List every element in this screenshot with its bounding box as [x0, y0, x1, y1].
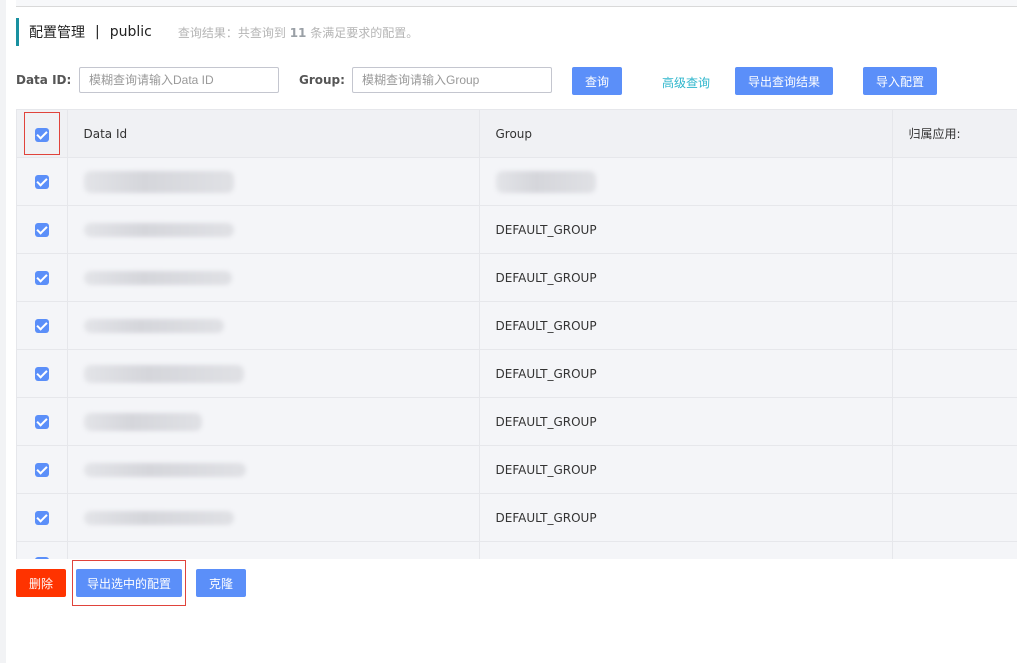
app-cell	[892, 397, 1017, 446]
group-cell: DEFAULT_GROUP	[479, 301, 893, 350]
title-separator: |	[95, 24, 100, 40]
group-input[interactable]	[352, 67, 552, 93]
clone-button[interactable]: 克隆	[196, 569, 246, 597]
redacted-data-id	[83, 222, 234, 237]
row-checkbox[interactable]	[34, 556, 49, 559]
group-cell	[479, 157, 893, 206]
select-all-highlight	[23, 112, 60, 155]
namespace-name: public	[109, 24, 152, 40]
app-cell	[892, 157, 1017, 206]
table-header-row: Data Id Group 归属应用:	[17, 110, 1017, 158]
advanced-query-link[interactable]: 高级查询	[662, 74, 710, 91]
data-id-cell	[67, 493, 480, 542]
data-id-label: Data ID:	[16, 73, 72, 87]
data-id-cell	[67, 541, 480, 559]
query-button[interactable]: 查询	[572, 67, 622, 95]
redacted-data-id	[83, 412, 202, 431]
group-cell: DEFAULT_GROUP	[479, 205, 893, 254]
redacted-data-id	[83, 510, 234, 525]
result-count: 11	[289, 25, 307, 40]
row-checkbox[interactable]	[34, 174, 49, 189]
select-all-cell	[17, 110, 68, 158]
redacted-data-id	[83, 318, 224, 333]
app-cell	[892, 541, 1017, 559]
app-cell	[892, 253, 1017, 302]
row-checkbox[interactable]	[34, 414, 49, 429]
search-bar: Data ID: Group: 查询 高级查询 导出查询结果 导入配置	[16, 67, 1017, 95]
redacted-data-id	[83, 170, 234, 193]
row-checkbox[interactable]	[34, 222, 49, 237]
group-cell: DEFAULT_GROUP	[479, 397, 893, 446]
group-cell: DEFAULT_GROUP	[479, 349, 893, 398]
table-row[interactable]: DEFAULT_GROUP	[17, 205, 1017, 254]
delete-button[interactable]: 删除	[16, 569, 66, 597]
group-cell: DEFAULT_GROUP	[479, 493, 893, 542]
data-id-cell	[67, 301, 480, 350]
table-row[interactable]: DEFAULT_GROUP	[17, 301, 1017, 350]
result-suffix: 条满足要求的配置。	[310, 25, 419, 40]
export-selected-button[interactable]: 导出选中的配置	[76, 569, 182, 597]
top-divider	[16, 0, 1017, 7]
table-row[interactable]: DEFAULT_GROUP	[17, 253, 1017, 302]
row-checkbox[interactable]	[34, 462, 49, 477]
group-cell: DEFAULT_GROUP	[479, 253, 893, 302]
column-header-data-id[interactable]: Data Id	[67, 110, 480, 158]
data-id-input[interactable]	[79, 67, 279, 93]
data-id-cell	[67, 445, 480, 494]
import-config-button[interactable]: 导入配置	[863, 67, 937, 95]
redacted-data-id	[83, 270, 232, 285]
row-checkbox[interactable]	[34, 510, 49, 525]
data-id-cell	[67, 157, 480, 206]
app-cell	[892, 445, 1017, 494]
left-edge-strip	[0, 0, 6, 663]
group-label: Group:	[299, 73, 345, 87]
app-cell	[892, 349, 1017, 398]
row-checkbox[interactable]	[34, 270, 49, 285]
app-cell	[892, 493, 1017, 542]
export-query-result-button[interactable]: 导出查询结果	[735, 67, 833, 95]
column-header-group[interactable]: Group	[479, 110, 893, 158]
data-id-cell	[67, 349, 480, 398]
redacted-data-id	[83, 364, 244, 383]
column-header-app[interactable]: 归属应用:	[892, 110, 1017, 158]
page-title: 配置管理	[29, 25, 85, 41]
table-row[interactable]	[17, 157, 1017, 206]
select-all-checkbox[interactable]	[34, 127, 49, 142]
batch-actions-bar: 删除 导出选中的配置 克隆	[16, 560, 316, 606]
table-row[interactable]: DEFAULT_GROUP	[17, 445, 1017, 494]
row-checkbox[interactable]	[34, 318, 49, 333]
page-title-bar: 配置管理 | public 查询结果：共查询到 11 条满足要求的配置。	[16, 18, 418, 46]
redacted-group	[495, 170, 596, 193]
data-id-cell	[67, 253, 480, 302]
table-row[interactable]: DEFAULT_GROUP	[17, 493, 1017, 542]
table-row[interactable]: DEFAULT_GROUP	[17, 349, 1017, 398]
app-cell	[892, 301, 1017, 350]
redacted-data-id	[83, 462, 246, 477]
group-cell: DEFAULT_GROUP	[479, 445, 893, 494]
app-cell	[892, 205, 1017, 254]
data-id-cell	[67, 397, 480, 446]
query-result-summary: 查询结果：共查询到 11 条满足要求的配置。	[178, 24, 418, 41]
row-checkbox[interactable]	[34, 366, 49, 381]
table-row[interactable]	[17, 541, 1017, 559]
result-prefix: 查询结果：共查询到	[177, 25, 286, 40]
config-table: Data Id Group 归属应用: DEFAULT_GROUP DEFAUL…	[16, 109, 1017, 559]
group-cell	[479, 541, 893, 559]
table-row[interactable]: DEFAULT_GROUP	[17, 397, 1017, 446]
data-id-cell	[67, 205, 480, 254]
